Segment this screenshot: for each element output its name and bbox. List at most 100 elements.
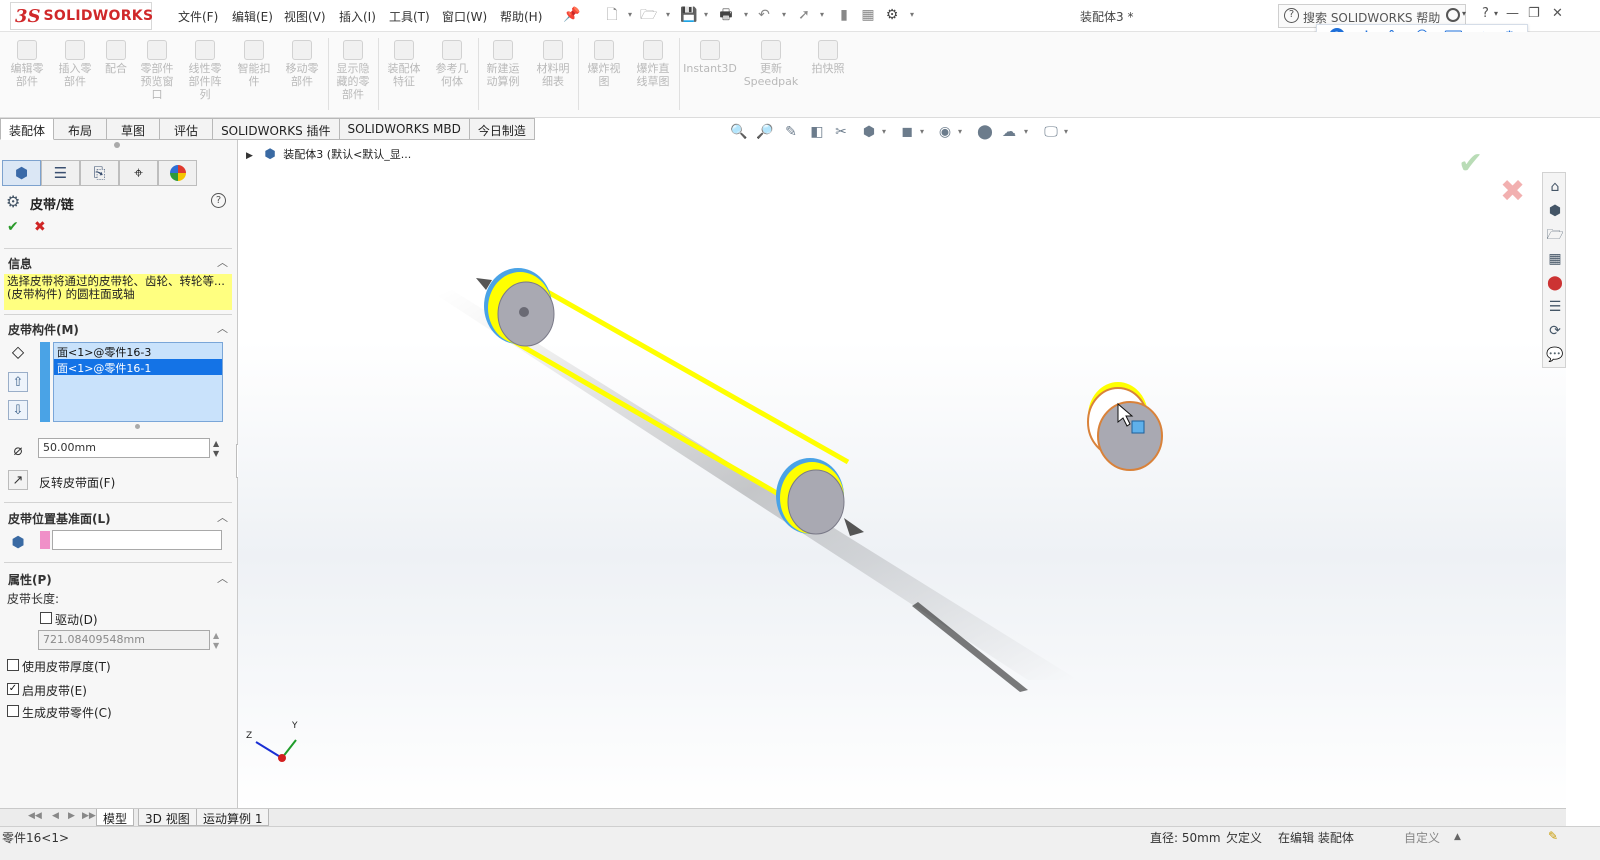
spin-down-icon[interactable]: ▼ — [213, 450, 219, 458]
collapse-chevron-icon[interactable]: ︿ — [217, 509, 228, 525]
previous-view-icon[interactable]: ✎ — [782, 124, 800, 140]
new-motion-study-button[interactable]: 新建运 动算例 — [480, 40, 526, 88]
flip-belt-side-label[interactable]: 反转皮带面(F) — [39, 474, 115, 491]
view-settings-icon[interactable]: 🖵 — [1042, 124, 1060, 140]
solidworks-resources-icon[interactable]: ⟳ — [1545, 321, 1565, 341]
ok-check-icon[interactable]: ✔ — [7, 219, 19, 235]
edit-appearance-icon[interactable]: ⬤ — [976, 124, 994, 140]
exploded-view-button[interactable]: 爆炸视 图 — [581, 40, 627, 88]
belt-members-list[interactable]: 面<1>@零件16-3 面<1>@零件16-1 — [53, 342, 223, 422]
move-component-button[interactable]: 移动零 部件 — [280, 40, 324, 88]
list-resize-grip[interactable] — [135, 424, 140, 429]
use-belt-thickness-label[interactable]: 使用皮带厚度(T) — [22, 658, 111, 675]
cancel-x-icon[interactable]: ✖ — [34, 219, 46, 235]
rebuild-icon[interactable]: ▮ — [836, 7, 852, 23]
solidworks-logo[interactable]: 3S SOLIDWORKS — [10, 2, 153, 30]
instant3d-button[interactable]: Instant3D — [682, 40, 738, 75]
caret-icon[interactable]: ▾ — [1462, 9, 1466, 18]
explode-line-sketch-button[interactable]: 爆炸直 线草图 — [629, 40, 677, 88]
menu-help[interactable]: 帮助(H) — [500, 8, 542, 25]
driving-label[interactable]: 驱动(D) — [55, 611, 98, 628]
menu-tools[interactable]: 工具(T) — [389, 8, 430, 25]
new-document-icon[interactable]: 🗋 — [604, 7, 620, 23]
help-icon[interactable]: ? — [1482, 6, 1489, 21]
assembly-features-button[interactable]: 装配体 特征 — [381, 40, 427, 88]
caret-icon[interactable]: ▾ — [744, 10, 748, 19]
tab-3d-view[interactable]: 3D 视图 — [138, 809, 197, 826]
zoom-to-fit-icon[interactable]: 🔍 — [730, 124, 748, 140]
hide-show-items-icon[interactable]: ◉ — [936, 124, 954, 140]
create-belt-part-checkbox[interactable] — [7, 705, 19, 717]
tab-manufacturing[interactable]: 今日制造 — [469, 118, 535, 140]
caret-icon[interactable]: ▾ — [1494, 9, 1498, 18]
minimize-icon[interactable]: — — [1506, 6, 1519, 21]
tab-sketch[interactable]: 草图 — [107, 118, 161, 140]
linear-pattern-button[interactable]: 线性零 部件阵 列 — [182, 40, 228, 101]
collapse-chevron-icon[interactable]: ︿ — [217, 320, 228, 336]
help-icon[interactable]: ? — [211, 193, 226, 208]
menu-view[interactable]: 视图(V) — [284, 8, 326, 25]
custom-properties-icon[interactable]: ☰ — [1545, 297, 1565, 317]
menu-insert[interactable]: 插入(I) — [339, 8, 376, 25]
caret-icon[interactable]: ▾ — [920, 127, 924, 136]
move-up-arrow-icon[interactable]: ⇧ — [8, 372, 28, 392]
engage-belt-checkbox[interactable]: ✓ — [7, 683, 19, 695]
info-section-header[interactable]: 信息 ︿ — [0, 252, 236, 274]
tab-layout[interactable]: 布局 — [54, 118, 108, 140]
tab-feature-manager[interactable]: ⬢ — [2, 160, 41, 186]
undo-icon[interactable]: ↶ — [756, 7, 772, 23]
caret-icon[interactable]: ▾ — [958, 127, 962, 136]
tab-evaluate[interactable]: 评估 — [160, 118, 214, 140]
display-style-icon[interactable]: ◼ — [898, 124, 916, 140]
menu-file[interactable]: 文件(F) — [178, 8, 218, 25]
search-icon[interactable] — [1446, 8, 1460, 22]
print-icon[interactable]: 🖶 — [718, 7, 734, 23]
belt-plane-section-header[interactable]: 皮带位置基准面(L) ︿ — [0, 507, 236, 529]
edit-component-button[interactable]: 编辑零 部件 — [6, 40, 48, 88]
dynamic-annotation-icon[interactable]: ✂ — [832, 124, 850, 140]
flip-belt-side-icon[interactable]: ↗ — [8, 470, 28, 490]
collapse-chevron-icon[interactable]: ︿ — [217, 570, 228, 586]
engage-belt-label[interactable]: 启用皮带(E) — [22, 682, 87, 699]
caret-icon[interactable]: ▾ — [910, 10, 914, 19]
units-caret-icon[interactable]: ▲ — [1454, 832, 1461, 842]
belt-members-section-header[interactable]: 皮带构件(M) ︿ — [0, 318, 236, 340]
caret-icon[interactable]: ▾ — [782, 10, 786, 19]
section-view-icon[interactable]: ◧ — [808, 124, 826, 140]
file-explorer-icon[interactable]: 🗁 — [1545, 225, 1565, 245]
caret-icon[interactable]: ▾ — [666, 10, 670, 19]
tab-configuration-manager[interactable]: ⎘ — [80, 160, 119, 186]
nav-first-icon[interactable]: ◀◀ — [28, 811, 42, 821]
nav-next-icon[interactable]: ▶ — [68, 811, 75, 821]
view-palette-icon[interactable]: ▦ — [1545, 249, 1565, 269]
nav-prev-icon[interactable]: ◀ — [52, 811, 59, 821]
close-icon[interactable]: ✕ — [1552, 6, 1563, 21]
show-hidden-components-button[interactable]: 显示隐 藏的零 部件 — [331, 40, 375, 101]
panel-grip[interactable] — [114, 142, 120, 148]
belt-plane-field[interactable] — [52, 530, 222, 550]
open-icon[interactable]: 🗁 — [640, 7, 657, 23]
component-preview-button[interactable]: 零部件 预览窗 口 — [135, 40, 179, 101]
graphics-area[interactable]: ▶ ⬢ 装配体3 (默认<默认_显... ◧ ◨ — ❐ ✕ ✔ ✖ — [238, 140, 1566, 810]
tab-motion-study[interactable]: 运动算例 1 — [196, 809, 270, 826]
tab-display-manager[interactable] — [158, 160, 197, 186]
list-item[interactable]: 面<1>@零件16-3 — [54, 343, 222, 359]
reference-geometry-button[interactable]: 参考几 何体 — [429, 40, 475, 88]
view-orientation-icon[interactable]: ⬢ — [860, 124, 878, 140]
select-icon[interactable]: ➚ — [796, 7, 812, 23]
tab-model[interactable]: 模型 — [96, 809, 135, 826]
forum-icon[interactable]: 💬 — [1545, 345, 1565, 365]
status-units[interactable]: 自定义 — [1404, 829, 1440, 846]
list-item-selected[interactable]: 面<1>@零件16-1 — [54, 359, 222, 375]
home-icon[interactable]: ⌂ — [1545, 177, 1565, 197]
collapse-chevron-icon[interactable]: ︿ — [217, 254, 228, 270]
pin-icon[interactable]: 📌 — [563, 7, 580, 23]
caret-icon[interactable]: ▾ — [704, 10, 708, 19]
caret-icon[interactable]: ▾ — [628, 10, 632, 19]
caret-icon[interactable]: ▾ — [882, 127, 886, 136]
nav-last-icon[interactable]: ▶▶ — [82, 811, 96, 821]
move-down-arrow-icon[interactable]: ⇩ — [8, 400, 28, 420]
tab-solidworks-mbd[interactable]: SOLIDWORKS MBD — [339, 118, 470, 140]
tab-solidworks-addins[interactable]: SOLIDWORKS 插件 — [213, 118, 340, 140]
tab-property-manager[interactable]: ☰ — [41, 160, 80, 186]
